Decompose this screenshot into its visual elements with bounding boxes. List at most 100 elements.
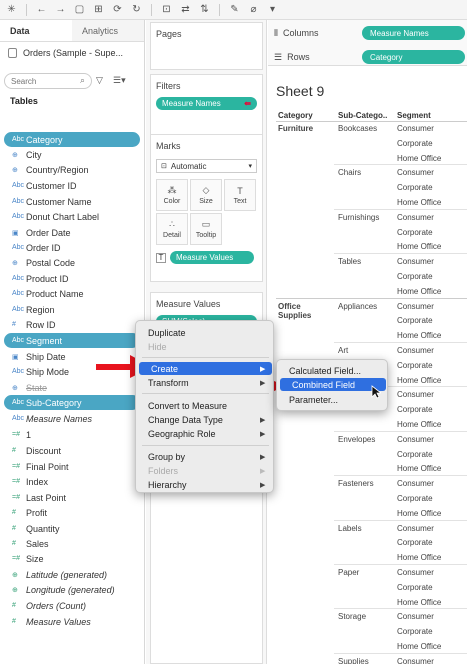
highlight-icon[interactable]: ✎ [227,3,242,17]
field-customer-id[interactable]: Abc Customer ID [4,178,144,193]
field-discount[interactable]: # Discount [4,443,144,458]
category-cell[interactable]: Office Supplies [278,302,330,320]
pages-card[interactable]: Pages [150,22,263,70]
subcategory-cell[interactable]: Envelopes [338,435,375,444]
segment-cell[interactable]: Home Office [397,420,441,429]
segment-cell[interactable]: Corporate [397,361,433,370]
field-donut-chart-label[interactable]: Abc Donut Chart Label [4,209,144,224]
menu-item-geographic-role[interactable]: Geographic Role [136,427,275,440]
segment-cell[interactable]: Consumer [397,302,434,311]
field-row-id[interactable]: # Row ID [4,317,144,332]
datasource-item[interactable]: Orders (Sample - Supe... [0,42,144,64]
forward-icon[interactable]: → [53,3,68,17]
text-button[interactable]: T Text [224,179,256,211]
field-city[interactable]: ⊕ City [4,147,144,162]
segment-cell[interactable]: Home Office [397,642,441,651]
subcategory-cell[interactable]: Paper [338,568,359,577]
tableau-logo-icon[interactable]: ✳ [4,3,19,17]
segment-cell[interactable]: Home Office [397,242,441,251]
field-longitude-generated-[interactable]: ⊕ Longitude (generated) [4,582,144,597]
filter-pill[interactable]: Measure Names ⇚ [156,97,257,110]
attach-icon[interactable]: ⌀ [246,3,261,17]
field-order-date[interactable]: ▣ Order Date [4,225,144,240]
new-worksheet-icon[interactable]: ⊡ [159,3,174,17]
menu-item-folders[interactable]: Folders [136,464,275,477]
subcategory-cell[interactable]: Tables [338,257,361,266]
field-region[interactable]: Abc Region [4,302,144,317]
segment-cell[interactable]: Consumer [397,257,434,266]
subcategory-cell[interactable]: Storage [338,612,366,621]
segment-cell[interactable]: Corporate [397,583,433,592]
size-button[interactable]: ◇ Size [190,179,222,211]
marks-pill[interactable]: Measure Values [170,251,254,264]
segment-cell[interactable]: Home Office [397,331,441,340]
field-product-id[interactable]: Abc Product ID [4,271,144,286]
search-input[interactable] [4,73,92,89]
header-subcategory[interactable]: Sub-Catego.. [338,111,387,120]
subcategory-cell[interactable]: Fasteners [338,479,374,488]
segment-cell[interactable]: Home Office [397,509,441,518]
tab-data[interactable]: Data [0,20,72,41]
field-country-region[interactable]: ⊕ Country/Region [4,162,144,177]
segment-cell[interactable]: Home Office [397,598,441,607]
field-quantity[interactable]: # Quantity [4,521,144,536]
field-1[interactable]: =# 1 [4,427,144,442]
segment-cell[interactable]: Consumer [397,479,434,488]
field-customer-name[interactable]: Abc Customer Name [4,194,144,209]
new-datasource-icon[interactable]: ⊞ [91,3,106,17]
menu-item-create[interactable]: Create [139,362,272,375]
subcategory-cell[interactable]: Appliances [338,302,377,311]
refresh-icon[interactable]: ⟳ [110,3,125,17]
menu-item-group-by[interactable]: Group by [136,450,275,463]
segment-cell[interactable]: Home Office [397,376,441,385]
field-postal-code[interactable]: ⊕ Postal Code [4,255,144,270]
header-category[interactable]: Category [278,111,313,120]
segment-cell[interactable]: Corporate [397,450,433,459]
detail-button[interactable]: ∴ Detail [156,213,188,245]
field-profit[interactable]: # Profit [4,505,144,520]
segment-cell[interactable]: Consumer [397,568,434,577]
menu-item-hierarchy[interactable]: Hierarchy [136,478,275,491]
segment-cell[interactable]: Home Office [397,553,441,562]
segment-cell[interactable]: Home Office [397,464,441,473]
menu-item-hide[interactable]: Hide [136,340,275,353]
field-state[interactable]: ⊕ State [4,380,144,395]
segment-cell[interactable]: Consumer [397,524,434,533]
menu-item-change-data-type[interactable]: Change Data Type [136,413,275,426]
subcategory-cell[interactable]: Labels [338,524,362,533]
field-last-point[interactable]: =# Last Point [4,490,144,505]
header-segment[interactable]: Segment [397,111,431,120]
tooltip-button[interactable]: ▭ Tooltip [190,213,222,245]
rows-pill[interactable]: Category [362,50,465,64]
menu-item-calculated-field[interactable]: Calculated Field... [277,364,389,377]
segment-cell[interactable]: Consumer [397,346,434,355]
segment-cell[interactable]: Corporate [397,228,433,237]
segment-cell[interactable]: Corporate [397,316,433,325]
back-icon[interactable]: ← [34,3,49,17]
color-button[interactable]: ⁂ Color [156,179,188,211]
field-segment[interactable]: Abc Segment [4,333,140,348]
sort-icon[interactable]: ⇅ [197,3,212,17]
view-options-icon[interactable]: ☰▾ [113,75,126,86]
save-icon[interactable]: ▢ [72,3,87,17]
field-final-point[interactable]: =# Final Point [4,459,144,474]
field-latitude-generated-[interactable]: ⊕ Latitude (generated) [4,567,144,582]
category-cell[interactable]: Furniture [278,124,330,133]
segment-cell[interactable]: Corporate [397,139,433,148]
rows-shelf[interactable]: ☰ Rows Category [268,46,467,68]
field-orders-count-[interactable]: # Orders (Count) [4,598,144,613]
field-sales[interactable]: # Sales [4,536,144,551]
segment-cell[interactable]: Corporate [397,183,433,192]
segment-cell[interactable]: Home Office [397,198,441,207]
field-measure-values[interactable]: # Measure Values [4,614,144,629]
tab-analytics[interactable]: Analytics [72,20,144,41]
field-order-id[interactable]: Abc Order ID [4,240,144,255]
segment-cell[interactable]: Consumer [397,168,434,177]
subcategory-cell[interactable]: Bookcases [338,124,377,133]
subcategory-cell[interactable]: Supplies [338,657,369,664]
segment-cell[interactable]: Home Office [397,154,441,163]
mark-type-select[interactable]: ⊡ Automatic ▾ [156,159,257,173]
field-sub-category[interactable]: Abc Sub-Category [4,395,140,410]
subcategory-cell[interactable]: Art [338,346,348,355]
field-size[interactable]: =# Size [4,551,144,566]
